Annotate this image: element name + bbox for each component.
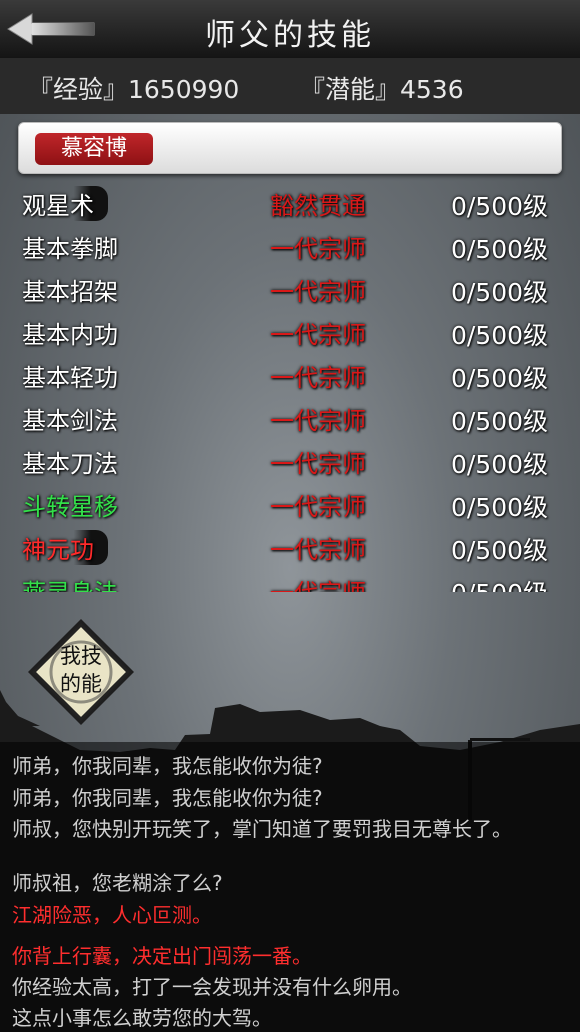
skill-name: 斗转星移 (22, 493, 118, 521)
skill-rank: 一代宗师 (270, 278, 366, 306)
skill-name: 基本拳脚 (22, 235, 118, 263)
my-skills-label-line2: 的能 (60, 672, 102, 696)
skill-name: 燕灵身法 (22, 573, 132, 592)
skill-rank: 一代宗师 (270, 573, 366, 592)
log-line: 师弟，你我同辈，我怎能收你为徒? (12, 754, 323, 778)
title-bar: 师父的技能 (0, 0, 580, 60)
skill-list[interactable]: 观星术 豁然贯通 0/500级 基本拳脚 一代宗师 0/500级 基本招架 一代… (0, 182, 580, 592)
stats-bar: 『经验』1650990 『潜能』4536 (0, 58, 580, 114)
skill-row[interactable]: 基本内功 一代宗师 0/500级 (0, 311, 580, 351)
page-title: 师父的技能 (205, 18, 375, 53)
my-skills-button[interactable]: 我技 的能 (26, 617, 136, 727)
skill-rank: 一代宗师 (270, 321, 366, 349)
skill-name: 基本刀法 (22, 450, 118, 478)
skill-name: 观星术 (22, 186, 108, 221)
skill-row[interactable]: 观星术 豁然贯通 0/500级 (0, 182, 580, 222)
skill-name: 基本招架 (22, 278, 118, 306)
skill-row[interactable]: 斗转星移 一代宗师 0/500级 (0, 483, 580, 523)
skill-row[interactable]: 基本招架 一代宗师 0/500级 (0, 268, 580, 308)
skill-level: 0/500级 (450, 364, 548, 393)
message-log: 师弟，你我同辈，我怎能收你为徒? 师弟，你我同辈，我怎能收你为徒? 师叔，您快别… (0, 742, 580, 1032)
my-skills-label-line1: 我技 (60, 644, 102, 668)
skill-row[interactable]: 基本拳脚 一代宗师 0/500级 (0, 225, 580, 265)
log-line: 这点小事怎么敢劳您的大驾。 (12, 1006, 272, 1030)
skill-name: 基本剑法 (22, 407, 118, 435)
master-name-pill[interactable]: 慕容博 (35, 133, 153, 165)
skill-row[interactable]: 基本刀法 一代宗师 0/500级 (0, 440, 580, 480)
skill-rank: 一代宗师 (270, 536, 366, 564)
skill-rank: 一代宗师 (270, 235, 366, 263)
skill-level: 0/500级 (450, 278, 548, 307)
log-line: 师弟，你我同辈，我怎能收你为徒? (12, 786, 323, 810)
log-line: 江湖险恶，人心叵测。 (12, 903, 212, 927)
skill-name: 基本内功 (22, 321, 118, 349)
log-line: 师叔祖，您老糊涂了么? (12, 871, 223, 895)
log-line: 师叔，您快别开玩笑了，掌门知道了要罚我目无尊长了。 (12, 817, 512, 841)
potential-stat: 『潜能』4536 (300, 75, 464, 104)
skill-level: 0/500级 (450, 536, 548, 565)
skill-rank: 一代宗师 (270, 450, 366, 478)
skill-level: 0/500级 (450, 407, 548, 436)
skill-level: 0/500级 (450, 493, 548, 522)
skill-level: 0/500级 (450, 450, 548, 479)
skill-row[interactable]: 神元功 一代宗师 0/500级 (0, 526, 580, 566)
skill-rank: 一代宗师 (270, 364, 366, 392)
skill-rank: 一代宗师 (270, 407, 366, 435)
skill-level: 0/500级 (451, 574, 548, 592)
skill-rank: 一代宗师 (270, 493, 366, 521)
app-root: 师父的技能 『经验』1650990 『潜能』4536 慕容博 观星术 豁然贯通 … (0, 0, 580, 1032)
skill-level: 0/500级 (450, 321, 548, 350)
log-line: 你背上行囊，决定出门闯荡一番。 (12, 944, 312, 968)
skill-name: 基本轻功 (22, 364, 118, 392)
skill-row[interactable]: 基本轻功 一代宗师 0/500级 (0, 354, 580, 394)
skill-rank: 豁然贯通 (270, 192, 366, 220)
skill-level: 0/500级 (450, 235, 548, 264)
master-name-bar: 慕容博 (18, 122, 562, 174)
skill-row[interactable]: 基本剑法 一代宗师 0/500级 (0, 397, 580, 437)
skill-name: 神元功 (22, 530, 108, 565)
skill-level: 0/500级 (450, 192, 548, 221)
skill-row[interactable]: 燕灵身法 一代宗师 0/500级 (0, 569, 580, 592)
log-line: 你经验太高，打了一会发现并没有什么卵用。 (12, 975, 412, 999)
experience-stat: 『经验』1650990 (28, 75, 240, 104)
